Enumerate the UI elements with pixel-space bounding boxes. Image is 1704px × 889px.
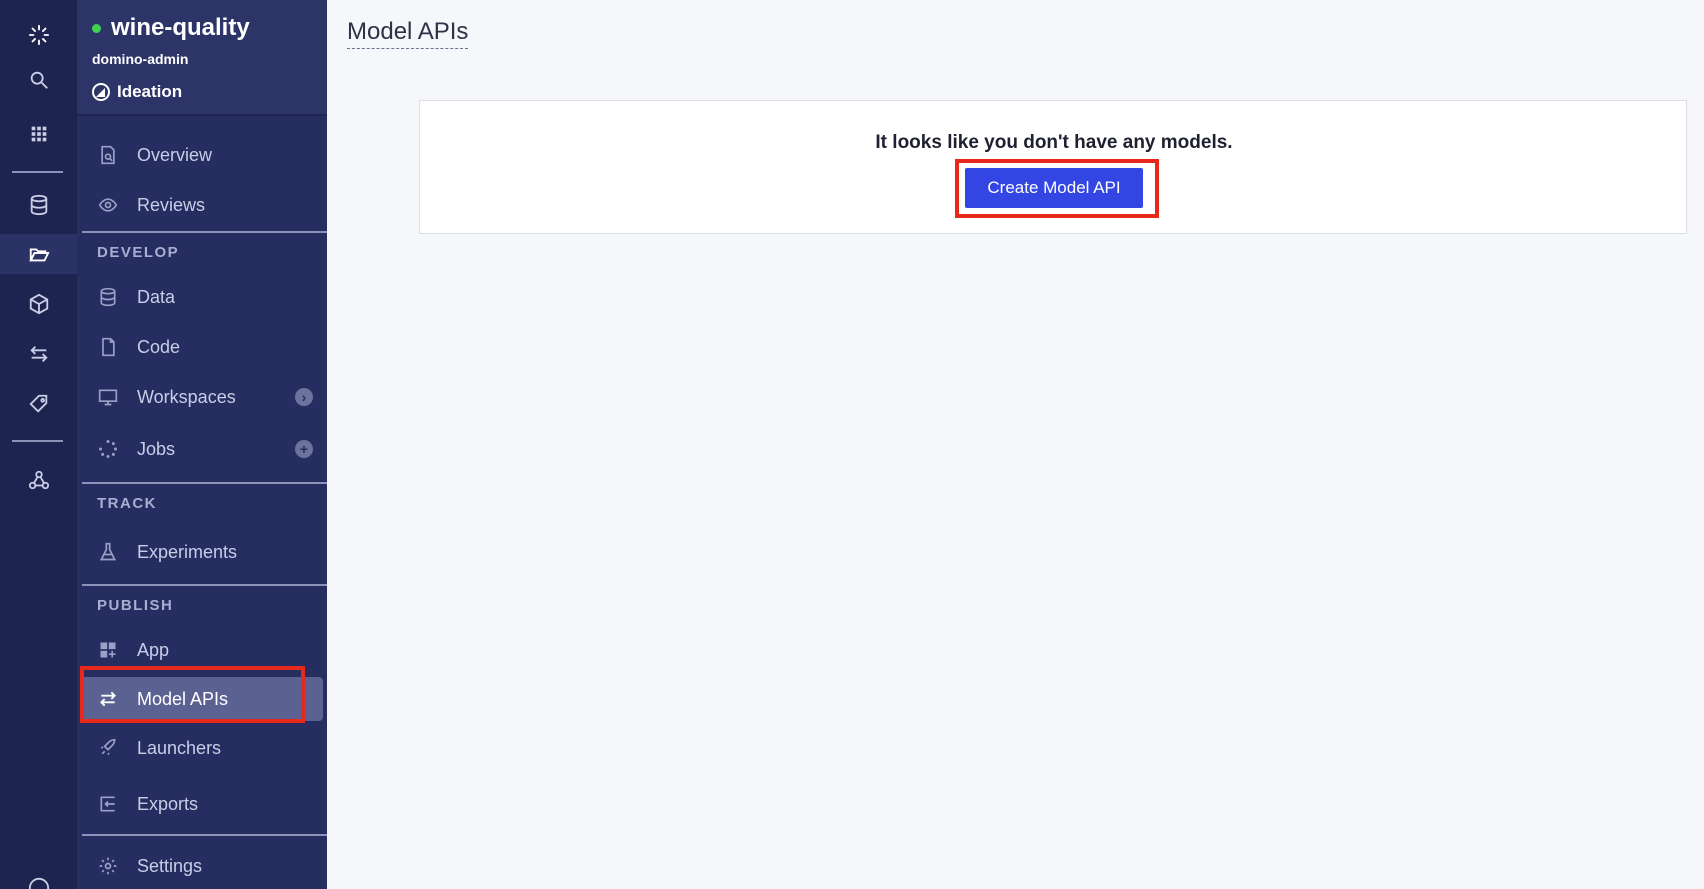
swap-arrows-icon[interactable] xyxy=(0,334,77,374)
sidebar-item-jobs[interactable]: Jobs + xyxy=(77,427,327,471)
add-job-icon[interactable]: + xyxy=(295,440,313,458)
app-grid-icon xyxy=(97,639,119,661)
project-header: wine-quality domino-admin Ideation xyxy=(77,0,327,116)
sidebar-item-label: Jobs xyxy=(137,438,176,459)
sidebar-item-model-apis[interactable]: Model APIs xyxy=(82,677,323,721)
export-icon xyxy=(97,793,119,815)
user-avatar-icon[interactable] xyxy=(0,868,77,889)
stage-icon xyxy=(92,83,110,101)
section-header-develop: DEVELOP xyxy=(97,244,180,261)
sidebar-item-label: Reviews xyxy=(137,194,206,215)
sidebar-item-experiments[interactable]: Experiments xyxy=(77,530,327,574)
sidebar-item-exports[interactable]: Exports xyxy=(77,782,327,826)
project-name[interactable]: wine-quality xyxy=(92,14,250,42)
swap-arrows-icon xyxy=(97,688,119,710)
flask-icon xyxy=(97,541,119,563)
sidebar-item-label: Workspaces xyxy=(137,386,236,407)
sidebar-item-label: Overview xyxy=(137,144,213,165)
project-owner[interactable]: domino-admin xyxy=(92,51,188,67)
document-search-icon xyxy=(97,144,119,166)
domino-logo-icon[interactable] xyxy=(0,15,77,55)
section-header-publish: PUBLISH xyxy=(97,597,174,614)
sidebar-item-overview[interactable]: Overview xyxy=(77,133,327,177)
section-divider xyxy=(82,584,327,586)
monitor-icon xyxy=(97,386,119,408)
sidebar-item-label: Launchers xyxy=(137,737,222,758)
section-divider xyxy=(82,482,327,484)
rail-divider xyxy=(12,171,63,173)
sidebar-item-label: App xyxy=(137,639,170,660)
file-icon xyxy=(97,336,119,358)
project-status-dot xyxy=(92,23,101,33)
database-icon xyxy=(97,286,119,308)
global-nav-rail xyxy=(0,0,77,889)
sidebar-item-code[interactable]: Code xyxy=(77,325,327,369)
rocket-icon xyxy=(97,737,119,759)
sidebar-item-label: Code xyxy=(137,336,181,357)
sidebar-item-data[interactable]: Data xyxy=(77,275,327,319)
sidebar-item-workspaces[interactable]: Workspaces › xyxy=(77,375,327,419)
sidebar-item-launchers[interactable]: Launchers xyxy=(77,726,327,770)
cube-icon[interactable] xyxy=(0,284,77,324)
rail-divider xyxy=(12,440,63,442)
sidebar-item-reviews[interactable]: Reviews xyxy=(77,183,327,227)
sidebar-item-settings[interactable]: Settings xyxy=(77,844,327,888)
project-stage[interactable]: Ideation xyxy=(92,82,182,102)
section-header-track: TRACK xyxy=(97,495,157,512)
eye-icon xyxy=(97,194,119,216)
create-model-api-button[interactable]: Create Model API xyxy=(965,168,1143,208)
nodes-icon[interactable] xyxy=(0,460,77,500)
tag-icon[interactable] xyxy=(0,384,77,424)
section-divider xyxy=(82,834,327,836)
sidebar-item-label: Settings xyxy=(137,855,203,876)
sidebar-item-label: Model APIs xyxy=(137,688,229,709)
empty-state-card: It looks like you don't have any models.… xyxy=(419,100,1687,234)
project-stage-text: Ideation xyxy=(117,82,183,101)
grid-apps-icon[interactable] xyxy=(0,114,77,154)
project-name-text: wine-quality xyxy=(111,14,250,41)
section-divider xyxy=(82,231,327,233)
spinner-dots-icon xyxy=(97,438,119,460)
database-icon[interactable] xyxy=(0,185,77,225)
folder-open-icon[interactable] xyxy=(0,234,77,274)
sidebar-item-label: Data xyxy=(137,286,176,307)
sidebar-item-label: Exports xyxy=(137,793,199,814)
page-title: Model APIs xyxy=(347,18,469,49)
gear-icon xyxy=(97,855,119,877)
empty-state-message: It looks like you don't have any models. xyxy=(875,132,1233,153)
sidebar-item-app[interactable]: App xyxy=(77,628,327,672)
expand-arrow-icon[interactable]: › xyxy=(295,388,313,406)
sidebar-item-label: Experiments xyxy=(137,541,238,562)
search-icon[interactable] xyxy=(0,60,77,100)
project-sidebar: wine-quality domino-admin Ideation Overv… xyxy=(77,0,327,889)
